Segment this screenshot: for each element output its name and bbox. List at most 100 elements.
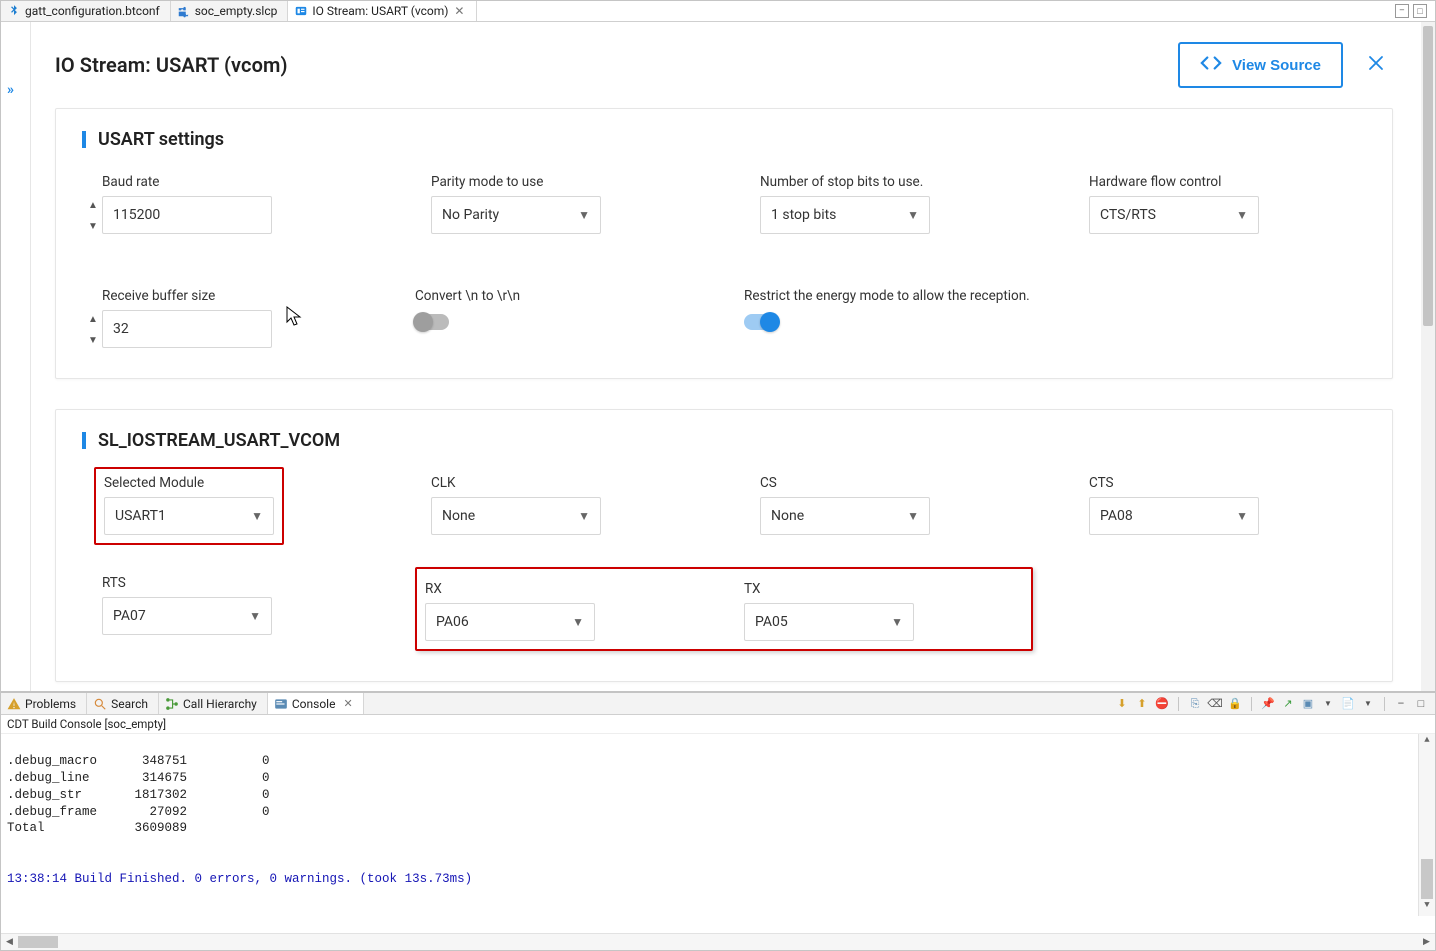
rx-select[interactable]: PA06 ▼	[425, 603, 595, 641]
flow-control-value: CTS/RTS	[1100, 207, 1156, 223]
clear-console-icon[interactable]: ⌫	[1207, 696, 1223, 712]
mouse-cursor-icon	[286, 306, 302, 330]
expand-panel-icon[interactable]: »	[7, 82, 14, 98]
flow-control-label: Hardware flow control	[1089, 174, 1362, 190]
minimize-editor-icon[interactable]: –	[1395, 4, 1409, 18]
view-tab-console[interactable]: Console ✕	[268, 693, 364, 714]
selected-module-label: Selected Module	[104, 475, 274, 491]
stop-bits-value: 1 stop bits	[771, 207, 836, 223]
scrollbar-thumb[interactable]	[1423, 26, 1433, 326]
rx-value: PA06	[436, 614, 469, 630]
rts-value: PA07	[113, 608, 146, 624]
maximize-editor-icon[interactable]: □	[1413, 4, 1427, 18]
cs-select[interactable]: None ▼	[760, 497, 930, 535]
baud-rate-value: 115200	[113, 207, 160, 223]
editor-scrollbar[interactable]	[1421, 22, 1435, 691]
convert-newline-toggle[interactable]	[415, 314, 449, 330]
close-editor-button[interactable]	[1367, 53, 1385, 78]
rts-select[interactable]: PA07 ▼	[102, 597, 272, 635]
view-source-label: View Source	[1232, 57, 1321, 74]
chevron-down-icon: ▼	[251, 509, 263, 523]
view-source-button[interactable]: View Source	[1178, 42, 1343, 88]
console-horizontal-scrollbar[interactable]: ◀ ▶	[1, 933, 1435, 950]
chevron-down-icon: ▼	[1236, 509, 1248, 523]
scrollbar-thumb[interactable]	[1421, 859, 1433, 899]
baud-rate-spinners[interactable]: ▲ ▼	[88, 200, 98, 232]
parity-value: No Parity	[442, 207, 499, 223]
console-line: .debug_line 314675 0	[7, 771, 270, 785]
console-line-status: 13:38:14 Build Finished. 0 errors, 0 war…	[7, 872, 472, 886]
console-title: CDT Build Console [soc_empty]	[1, 715, 1435, 734]
close-icon[interactable]: ✕	[452, 4, 466, 18]
parity-select[interactable]: No Parity ▼	[431, 196, 601, 234]
rx-buffer-input[interactable]: 32	[102, 310, 272, 348]
chevron-up-icon[interactable]: ▲	[88, 314, 98, 325]
view-tab-label: Search	[111, 697, 148, 711]
arrow-down-icon[interactable]: ⬇	[1114, 696, 1130, 712]
view-tab-problems[interactable]: Problems	[1, 693, 87, 714]
wrap-icon[interactable]: ⎘	[1187, 696, 1203, 712]
console-icon	[274, 697, 288, 711]
chevron-down-icon[interactable]: ▼	[88, 221, 98, 232]
hierarchy-icon	[165, 697, 179, 711]
console-line: .debug_str 1817302 0	[7, 788, 270, 802]
section-title-vcom: SL_IOSTREAM_USART_VCOM	[86, 430, 1362, 451]
selected-module-select[interactable]: USART1 ▼	[104, 497, 274, 535]
restrict-energy-toggle[interactable]	[744, 314, 778, 330]
cs-value: None	[771, 508, 804, 524]
rx-buffer-spinners[interactable]: ▲ ▼	[88, 314, 98, 346]
editor-tab-soc[interactable]: soc_empty.slcp	[171, 1, 289, 21]
puzzle-icon	[177, 4, 191, 18]
editor-tab-iostream[interactable]: IO Stream: USART (vcom) ✕	[288, 1, 477, 21]
cs-label: CS	[760, 475, 1033, 491]
scroll-up-icon[interactable]: ▲	[1419, 734, 1435, 751]
usart-settings-card: USART settings Baud rate ▲ ▼ 115200	[55, 108, 1393, 379]
warning-icon	[7, 697, 21, 711]
code-icon	[1200, 52, 1222, 78]
console-line: .debug_frame 27092 0	[7, 805, 270, 819]
editor-tab-gatt[interactable]: gatt_configuration.btconf	[1, 1, 171, 21]
rx-buffer-value: 32	[113, 321, 129, 337]
chevron-down-icon: ▼	[1236, 208, 1248, 222]
clk-select[interactable]: None ▼	[431, 497, 601, 535]
open-console-icon[interactable]: ↗	[1280, 696, 1296, 712]
arrow-up-icon[interactable]: ⬆	[1134, 696, 1150, 712]
chevron-down-icon: ▼	[907, 208, 919, 222]
scroll-lock-icon[interactable]: 🔒	[1227, 696, 1243, 712]
new-console-icon[interactable]: 📄	[1340, 696, 1356, 712]
scroll-down-icon[interactable]: ▼	[1419, 899, 1435, 916]
chevron-down-icon[interactable]: ▼	[1360, 696, 1376, 712]
baud-rate-input[interactable]: 115200	[102, 196, 272, 234]
cts-select[interactable]: PA08 ▼	[1089, 497, 1259, 535]
pin-icon[interactable]: 📌	[1260, 696, 1276, 712]
restrict-energy-label: Restrict the energy mode to allow the re…	[744, 288, 1362, 304]
maximize-view-icon[interactable]: □	[1413, 696, 1429, 712]
view-tab-callhier[interactable]: Call Hierarchy	[159, 693, 268, 714]
view-tab-label: Call Hierarchy	[183, 697, 257, 711]
editor-tab-label: soc_empty.slcp	[195, 4, 278, 18]
chevron-down-icon[interactable]: ▼	[88, 335, 98, 346]
display-selected-icon[interactable]: ▣	[1300, 696, 1316, 712]
scrollbar-thumb[interactable]	[18, 936, 58, 948]
cancel-build-icon[interactable]: ⛔	[1154, 696, 1170, 712]
close-icon[interactable]: ✕	[343, 697, 352, 710]
chevron-down-icon[interactable]: ▼	[1320, 696, 1336, 712]
console-output[interactable]: .debug_macro 348751 0 .debug_line 314675…	[1, 734, 1435, 933]
tx-select[interactable]: PA05 ▼	[744, 603, 914, 641]
console-vertical-scrollbar[interactable]: ▲ ▼	[1418, 734, 1435, 916]
baud-rate-label: Baud rate	[102, 174, 375, 190]
scroll-right-icon[interactable]: ▶	[1418, 934, 1435, 950]
view-tab-search[interactable]: Search	[87, 693, 159, 714]
stop-bits-select[interactable]: 1 stop bits ▼	[760, 196, 930, 234]
flow-control-select[interactable]: CTS/RTS ▼	[1089, 196, 1259, 234]
bottom-panel: Problems Search Call Hierarchy Console	[1, 692, 1435, 950]
rx-buffer-label: Receive buffer size	[102, 288, 375, 304]
minimize-view-icon[interactable]: –	[1393, 696, 1409, 712]
tx-label: TX	[744, 581, 1023, 597]
bluetooth-icon	[7, 4, 21, 18]
scroll-left-icon[interactable]: ◀	[1, 934, 18, 950]
chevron-down-icon: ▼	[578, 509, 590, 523]
console-line: .debug_macro 348751 0	[7, 754, 270, 768]
section-title-usart: USART settings	[86, 129, 1362, 150]
chevron-up-icon[interactable]: ▲	[88, 200, 98, 211]
